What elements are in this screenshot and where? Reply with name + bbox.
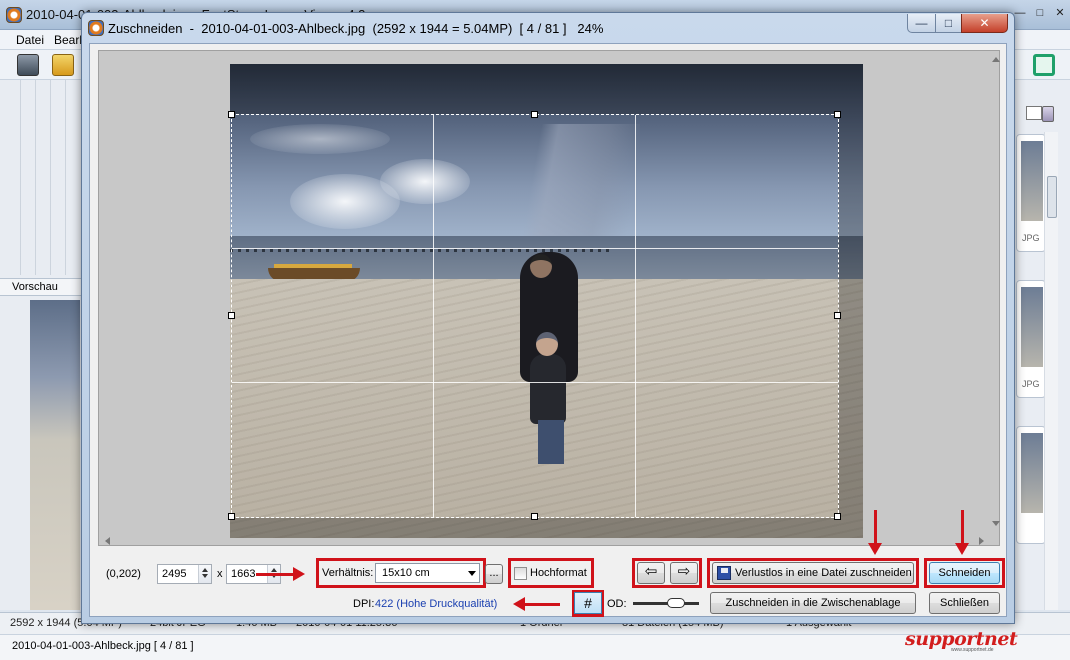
dialog-maximize-button[interactable]: □ — [935, 14, 962, 33]
next-image-button[interactable]: ⇨ — [670, 562, 698, 584]
crop-handle-bottom-right[interactable] — [834, 513, 841, 520]
lossless-crop-button[interactable]: Verlustlos in eine Datei zuschneiden — [712, 562, 914, 584]
thumbnail-badge: JPG — [1022, 379, 1040, 389]
crop-handle-top-left[interactable] — [228, 111, 235, 118]
crop-handle-bottom-left[interactable] — [228, 513, 235, 520]
dialog-minimize-button[interactable]: — — [907, 14, 936, 33]
chevron-down-icon — [468, 571, 476, 580]
scroll-down-icon[interactable] — [992, 521, 1000, 530]
lossless-crop-label: Verlustlos in eine Datei zuschneiden — [735, 567, 912, 579]
opacity-slider-handle[interactable] — [667, 598, 685, 608]
dialog-titlebar[interactable]: Zuschneiden - 2010-04-01-003-Ahlbeck.jpg… — [82, 13, 1014, 43]
ratio-label: Verhältnis: — [322, 567, 374, 579]
grid-line — [232, 382, 838, 383]
logo-url: www.supportnet.de — [951, 647, 994, 653]
folder-tree[interactable] — [6, 80, 76, 275]
thumbnail-scrollbar[interactable] — [1044, 132, 1058, 610]
crop-position: (0,202) — [106, 568, 141, 580]
prev-image-button[interactable]: ⇦ — [637, 562, 665, 584]
trash-icon[interactable] — [1042, 106, 1054, 122]
camera-icon[interactable] — [17, 54, 39, 76]
preview-header: Vorschau — [0, 278, 82, 296]
image-canvas[interactable] — [98, 50, 1000, 546]
crop-handle-top-right[interactable] — [834, 111, 841, 118]
crop-handle-right[interactable] — [834, 312, 841, 319]
grid-line — [433, 115, 434, 517]
opacity-slider-track[interactable] — [633, 602, 699, 605]
dpi-value: 422 (Hohe Druckqualität) — [375, 598, 498, 610]
crop-dialog: Zuschneiden - 2010-04-01-003-Ahlbeck.jpg… — [81, 12, 1015, 624]
thumbnail-panel: JPG JPG — [1012, 80, 1070, 610]
annotation-arrow — [513, 597, 560, 611]
supportnet-logo: supportnet www.supportnet.de — [905, 628, 1018, 654]
preview-image — [30, 300, 80, 610]
thumbnail-card[interactable]: JPG — [1016, 134, 1046, 252]
app-icon — [6, 7, 22, 23]
crop-button[interactable]: Schneiden — [929, 562, 1000, 584]
crop-to-clipboard-button[interactable]: Zuschneiden in die Zwischenablage — [710, 592, 916, 614]
dialog-app-icon — [88, 20, 104, 36]
ratio-value: 15x10 cm — [382, 567, 430, 579]
thumbnail-badge: JPG — [1022, 233, 1040, 243]
grid-line — [635, 115, 636, 517]
grid-toggle-button[interactable]: # — [574, 592, 602, 614]
grid-icon: # — [584, 595, 592, 611]
canvas-vertical-scrollbar[interactable] — [991, 51, 1000, 545]
thumbnail-card[interactable] — [1016, 426, 1046, 544]
fullscreen-icon[interactable] — [1033, 54, 1055, 76]
portrait-label: Hochformat — [530, 567, 587, 579]
scroll-up-icon[interactable] — [992, 53, 1000, 62]
dialog-title: Zuschneiden - 2010-04-01-003-Ahlbeck.jpg… — [108, 21, 604, 36]
ratio-more-button[interactable]: ... — [485, 564, 503, 584]
arrow-right-icon: ⇨ — [677, 563, 691, 580]
status-filename: 2010-04-01-003-Ahlbeck.jpg [ 4 / 81 ] — [12, 640, 194, 652]
annotation-arrow — [868, 510, 882, 555]
od-label: OD: — [607, 598, 627, 610]
grid-line — [232, 248, 838, 249]
menu-datei[interactable]: Datei — [16, 33, 44, 47]
main-maximize-icon[interactable]: □ — [1032, 6, 1048, 20]
close-button[interactable]: Schließen — [929, 592, 1000, 614]
crop-handle-top[interactable] — [531, 111, 538, 118]
canvas-horizontal-scrollbar[interactable] — [99, 537, 991, 546]
portrait-checkbox[interactable] — [514, 567, 527, 580]
dropdown-icon[interactable] — [1026, 106, 1042, 120]
thumbnail-card[interactable]: JPG — [1016, 280, 1046, 398]
crop-handle-left[interactable] — [228, 312, 235, 319]
left-panel: Vorschau — [0, 80, 82, 610]
open-folder-icon[interactable] — [52, 54, 74, 76]
scroll-left-icon[interactable] — [101, 537, 110, 545]
preview-label: Vorschau — [12, 281, 58, 293]
height-value: 1663 — [231, 568, 256, 580]
dpi-label: DPI: — [353, 598, 375, 610]
crop-rectangle[interactable] — [228, 111, 841, 520]
width-spinner[interactable]: 2495 — [157, 564, 212, 584]
ratio-select[interactable]: 15x10 cm — [375, 563, 480, 583]
width-value: 2495 — [162, 568, 187, 580]
dialog-close-button[interactable]: ✕ — [961, 14, 1008, 33]
save-disk-icon — [717, 566, 731, 580]
annotation-arrow — [955, 510, 969, 555]
dialog-client-area: (0,202) 2495 x 1663 Verhältnis: 15x10 cm… — [89, 43, 1007, 617]
annotation-arrow — [256, 567, 305, 581]
crop-handle-bottom[interactable] — [531, 513, 538, 520]
arrow-left-icon: ⇦ — [644, 563, 658, 580]
main-close-icon[interactable]: ✕ — [1052, 6, 1068, 20]
scroll-right-icon[interactable] — [979, 537, 988, 545]
times-sign: x — [217, 568, 223, 580]
